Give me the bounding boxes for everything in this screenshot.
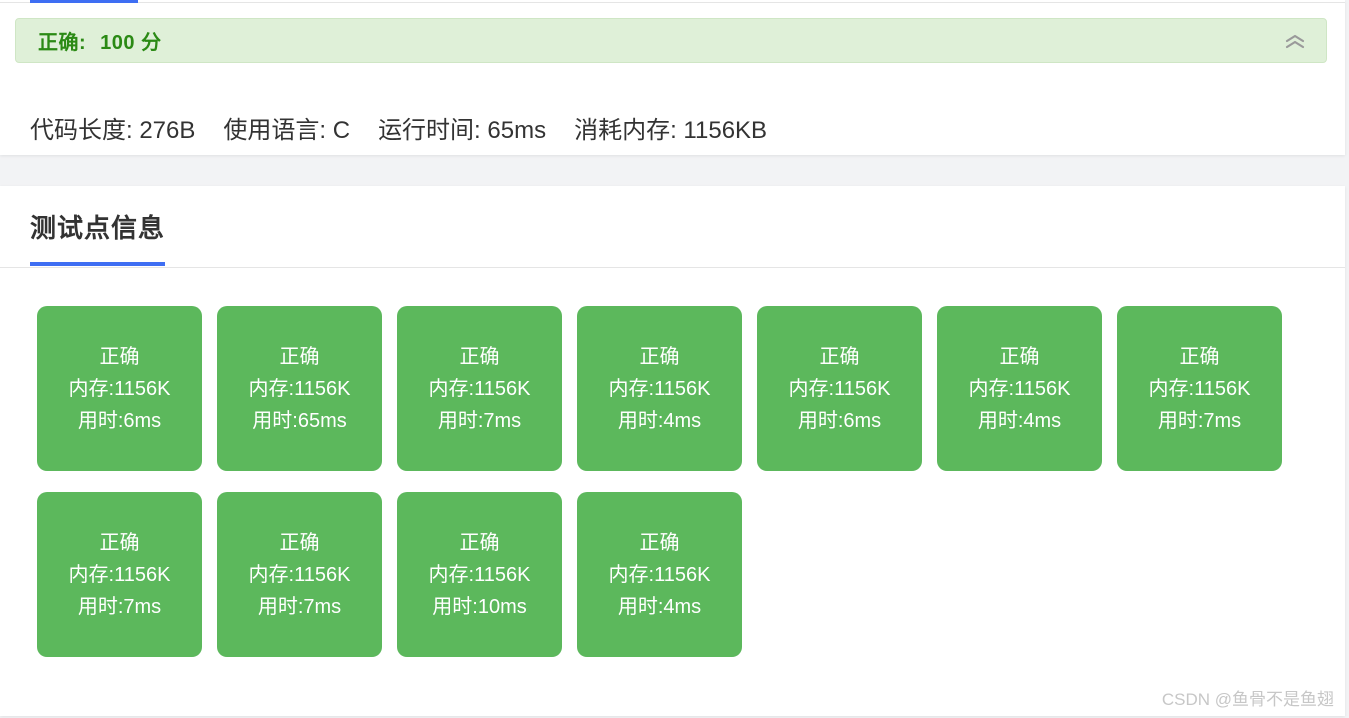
test-case-tile[interactable]: 正确 内存:1156K 用时:6ms xyxy=(757,306,922,471)
test-case-status: 正确 xyxy=(639,345,680,368)
test-cases-card: 测试点信息 正确 内存:1156K 用时:6ms 正确 内存:1156K 用时:… xyxy=(0,186,1345,716)
test-case-status: 正确 xyxy=(459,345,500,368)
test-case-status: 正确 xyxy=(99,345,140,368)
tests-title: 测试点信息 xyxy=(30,213,166,243)
test-case-tile[interactable]: 正确 内存:1156K 用时:7ms xyxy=(37,492,202,657)
test-case-memory: 内存:1156K xyxy=(68,377,171,400)
test-case-time: 用时:4ms xyxy=(977,409,1062,432)
test-case-memory: 内存:1156K xyxy=(608,563,711,586)
code-length: 代码长度: 276B xyxy=(30,117,196,144)
test-case-status: 正确 xyxy=(999,345,1040,368)
test-case-status: 正确 xyxy=(279,345,320,368)
test-case-memory: 内存:1156K xyxy=(248,563,351,586)
submission-result-card: 正确: 100 分 代码长度: 276B 使用语言: C 运行时间: 65ms 消… xyxy=(0,0,1345,155)
test-case-memory: 内存:1156K xyxy=(608,377,711,400)
test-case-status: 正确 xyxy=(99,531,140,554)
memory-usage: 消耗内存: 1156KB xyxy=(574,117,768,144)
test-case-time: 用时:6ms xyxy=(797,409,882,432)
test-case-grid: 正确 内存:1156K 用时:6ms 正确 内存:1156K 用时:65ms 正… xyxy=(37,306,1317,657)
test-case-time: 用时:7ms xyxy=(257,595,342,618)
result-banner[interactable]: 正确: 100 分 xyxy=(15,18,1327,63)
test-case-time: 用时:6ms xyxy=(77,409,162,432)
test-case-time: 用时:4ms xyxy=(617,409,702,432)
test-case-status: 正确 xyxy=(279,531,320,554)
tests-divider xyxy=(0,267,1345,268)
test-case-tile[interactable]: 正确 内存:1156K 用时:65ms xyxy=(217,306,382,471)
test-case-time: 用时:4ms xyxy=(617,595,702,618)
test-case-memory: 内存:1156K xyxy=(68,563,171,586)
test-case-time: 用时:7ms xyxy=(437,409,522,432)
test-case-memory: 内存:1156K xyxy=(428,563,531,586)
run-time: 运行时间: 65ms xyxy=(378,117,547,144)
test-case-memory: 内存:1156K xyxy=(788,377,891,400)
test-case-memory: 内存:1156K xyxy=(248,377,351,400)
language: 使用语言: C xyxy=(223,117,351,144)
test-case-time: 用时:7ms xyxy=(77,595,162,618)
test-case-tile[interactable]: 正确 内存:1156K 用时:7ms xyxy=(397,306,562,471)
test-case-status: 正确 xyxy=(639,531,680,554)
test-case-status: 正确 xyxy=(819,345,860,368)
top-divider xyxy=(0,2,1345,3)
watermark: CSDN @鱼骨不是鱼翅 xyxy=(1161,690,1334,709)
test-case-memory: 内存:1156K xyxy=(968,377,1071,400)
test-case-memory: 内存:1156K xyxy=(428,377,531,400)
submission-stats: 代码长度: 276B 使用语言: C 运行时间: 65ms 消耗内存: 1156… xyxy=(30,110,767,145)
test-case-tile[interactable]: 正确 内存:1156K 用时:10ms xyxy=(397,492,562,657)
chevron-double-up-icon[interactable] xyxy=(1284,32,1306,50)
test-case-tile[interactable]: 正确 内存:1156K 用时:4ms xyxy=(577,492,742,657)
test-case-tile[interactable]: 正确 内存:1156K 用时:7ms xyxy=(1117,306,1282,471)
test-case-status: 正确 xyxy=(459,531,500,554)
active-tab-indicator xyxy=(30,0,138,3)
test-case-status: 正确 xyxy=(1179,345,1220,368)
test-case-tile[interactable]: 正确 内存:1156K 用时:7ms xyxy=(217,492,382,657)
tests-title-indicator xyxy=(30,262,165,266)
test-case-time: 用时:10ms xyxy=(432,595,527,618)
result-score: 100 分 xyxy=(100,32,162,54)
test-case-time: 用时:7ms xyxy=(1157,409,1242,432)
test-case-tile[interactable]: 正确 内存:1156K 用时:4ms xyxy=(937,306,1102,471)
test-case-memory: 内存:1156K xyxy=(1148,377,1251,400)
test-case-tile[interactable]: 正确 内存:1156K 用时:4ms xyxy=(577,306,742,471)
result-status: 正确: xyxy=(38,32,87,54)
result-summary: 正确: 100 分 xyxy=(38,26,162,55)
test-case-tile[interactable]: 正确 内存:1156K 用时:6ms xyxy=(37,306,202,471)
test-case-time: 用时:65ms xyxy=(252,409,347,432)
